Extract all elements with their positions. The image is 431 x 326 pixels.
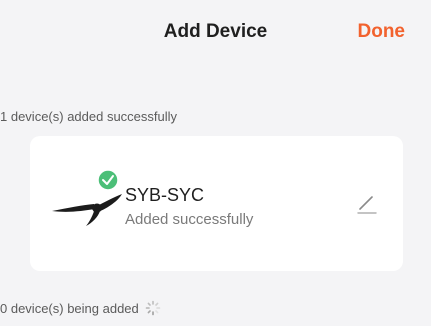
pending-count-label: 0 device(s) being added <box>0 300 139 316</box>
ceiling-fan-icon <box>52 169 122 226</box>
device-name: SYB-SYC <box>125 185 205 205</box>
edit-pencil-icon[interactable] <box>355 192 379 216</box>
done-button[interactable]: Done <box>358 21 406 43</box>
checkmark-badge-icon <box>97 169 119 191</box>
device-card[interactable]: SYB-SYC Added successfully <box>30 136 403 271</box>
pending-count-row: 0 device(s) being added <box>0 300 161 316</box>
loading-spinner-icon <box>145 300 161 316</box>
added-count-label: 1 device(s) added successfully <box>0 109 178 124</box>
nav-bar: Add Device Done <box>0 0 431 64</box>
device-status: Added successfully <box>125 211 254 228</box>
add-device-screen: Add Device Done 1 device(s) added succes… <box>0 0 431 326</box>
